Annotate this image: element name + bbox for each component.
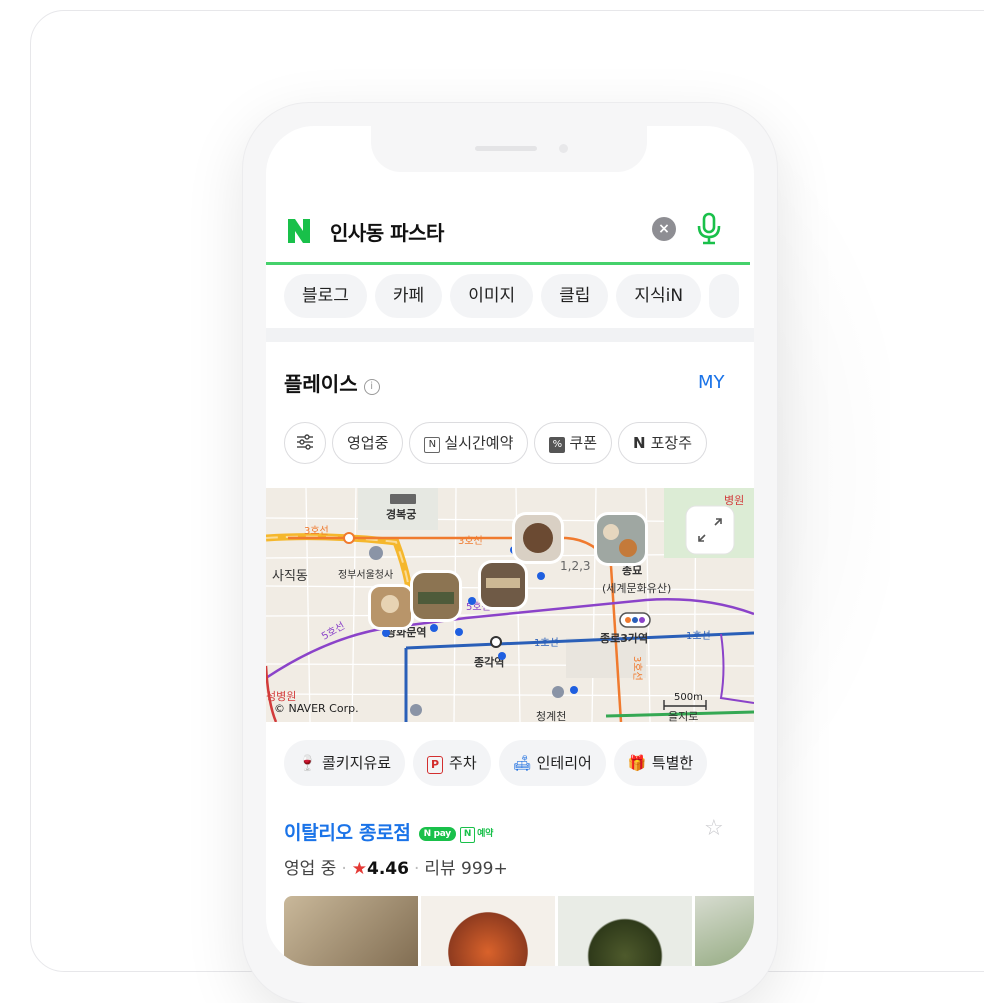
wine-glass-icon: 🍷 xyxy=(298,754,317,772)
amenity-special[interactable]: 🎁 특별한 xyxy=(613,740,708,786)
restaurant-photo-3[interactable] xyxy=(558,896,692,966)
restaurant-photo-2[interactable] xyxy=(421,896,555,966)
restaurant-meta: 영업 중 · ★4.46 · 리뷰 999+ xyxy=(284,859,508,879)
tab-kin[interactable]: 지식iN xyxy=(616,274,702,318)
map-label-line3-b: 3호선 xyxy=(458,535,483,547)
amenity-parking[interactable]: P 주차 xyxy=(413,740,491,786)
map-photo-pin-4[interactable] xyxy=(512,512,564,564)
filter-settings-button[interactable] xyxy=(284,422,326,464)
map-label-euljiro: 을지로 xyxy=(668,710,698,722)
map-photo-pin-2[interactable] xyxy=(410,570,462,622)
amenity-interior[interactable]: 🛋 인테리어 xyxy=(498,740,606,786)
restaurant-photo-4[interactable] xyxy=(695,896,754,966)
map-label-govcomplex: 정부서울청사 xyxy=(338,569,393,581)
map-label-jongmyo-sub: (세계문화유산) xyxy=(602,582,671,595)
filter-realtime-reserve[interactable]: N 실시간예약 xyxy=(409,422,529,464)
sofa-icon: 🛋 xyxy=(512,754,532,772)
tab-cafe[interactable]: 카페 xyxy=(374,274,443,318)
speaker-slot xyxy=(475,146,537,151)
map-label-line3-a: 3호선 xyxy=(304,525,329,537)
map-label-jongno3: 종로3가역 xyxy=(600,631,648,645)
search-bar[interactable]: 인사동 파스타 × xyxy=(266,202,750,265)
amenity-corkage[interactable]: 🍷 콜키지유료 xyxy=(284,740,406,786)
map-photo-pin-1[interactable] xyxy=(368,584,414,630)
sliders-icon xyxy=(297,434,313,450)
map-view[interactable]: 경복궁 사직동 정부서울청사 광화문역 종각역 종묘 (세계문화유산) 종로3가… xyxy=(266,488,754,722)
map-expand-button[interactable] xyxy=(685,505,735,555)
map-scale-label: 500m xyxy=(674,692,703,703)
map-photo-pin-3[interactable] xyxy=(478,560,528,610)
filter-chips: 영업중 N 실시간예약% 쿠폰 N 포장주 xyxy=(284,422,713,464)
search-query[interactable]: 인사동 파스타 xyxy=(330,217,444,246)
map-label-line-123: 1,2,3 xyxy=(560,559,591,573)
map-label-line1-a: 1호선 xyxy=(534,637,559,649)
clear-search-icon[interactable]: × xyxy=(652,217,676,241)
phone-notch xyxy=(371,126,647,172)
phone-screen: 인사동 파스타 × 블로그 카페 이미지 클립 지식iN 플레이스 i MY 영업중 N 실시… xyxy=(266,126,754,966)
naver-logo-icon xyxy=(288,219,310,243)
map-label-cheonggyecheon: 청계천 xyxy=(536,709,566,722)
map-label-line1-b: 1호선 xyxy=(686,630,711,642)
microphone-icon[interactable] xyxy=(696,212,722,246)
naver-reserve-badge: N xyxy=(459,827,476,843)
amenity-chips: 🍷 콜키지유료 P 주차 🛋 인테리어 🎁 특별한 xyxy=(284,740,715,786)
info-icon[interactable]: i xyxy=(363,379,380,395)
restaurant-photo-1[interactable] xyxy=(284,896,418,966)
naver-n-icon: N xyxy=(633,434,646,452)
bookmark-star-icon[interactable]: ☆ xyxy=(704,816,724,841)
naver-reserve-icon: N xyxy=(424,437,441,453)
business-status: 영업 중 xyxy=(284,859,337,879)
reserve-text: 예약 xyxy=(477,829,494,839)
map-label-hospital-right: 병원 xyxy=(724,494,744,507)
restaurant-name[interactable]: 이탈리오 종로점 N pay N 예약 xyxy=(284,818,493,845)
filter-coupon[interactable]: % 쿠폰 xyxy=(534,422,613,464)
rating-star-icon: ★ xyxy=(351,859,367,879)
filter-takeout[interactable]: N 포장주 xyxy=(618,422,707,464)
coupon-icon: % xyxy=(549,437,566,453)
tab-image[interactable]: 이미지 xyxy=(450,274,534,318)
camera-dot xyxy=(559,144,568,153)
search-tabs: 블로그 카페 이미지 클립 지식iN xyxy=(284,274,747,318)
place-section-title: 플레이스 i xyxy=(284,368,380,397)
my-link[interactable]: MY xyxy=(698,372,725,393)
npay-badge: N pay xyxy=(418,827,456,841)
tab-more[interactable] xyxy=(709,274,740,318)
rating-value: 4.46 xyxy=(366,859,409,879)
review-count[interactable]: 리뷰 999+ xyxy=(424,859,507,879)
parking-icon: P xyxy=(427,756,444,774)
section-divider xyxy=(266,328,754,342)
map-label-line3-c: 3호선 xyxy=(631,656,643,681)
map-label-gyeongbokgung: 경복궁 xyxy=(386,507,416,521)
map-label-sajikdong: 사직동 xyxy=(272,569,308,584)
map-copyright: © NAVER Corp. xyxy=(274,702,359,715)
gift-icon: 🎁 xyxy=(627,754,647,772)
map-photo-pin-5[interactable] xyxy=(594,512,648,566)
tab-blog[interactable]: 블로그 xyxy=(284,274,367,318)
tab-clip[interactable]: 클립 xyxy=(541,274,609,318)
filter-open-now[interactable]: 영업중 xyxy=(332,422,404,464)
